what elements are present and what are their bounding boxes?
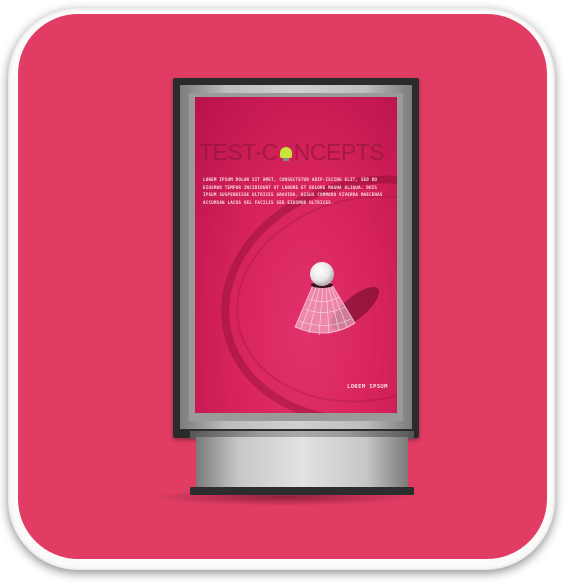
stand-foot — [190, 487, 414, 495]
logo-text-left: TEST-C — [199, 139, 278, 165]
shuttlecock-icon — [294, 262, 356, 336]
lightbulb-icon — [279, 146, 293, 162]
poster-caption: LOREM IPSUM — [347, 384, 388, 390]
logo-text-right: NCEPTS — [293, 139, 385, 165]
poster-body-text: LOREM IPSUM DOLOR SIT AMET, CONSECTETUR … — [203, 177, 383, 205]
sign-stand-base — [196, 437, 408, 489]
poster-logo: TEST-C NCEPTS — [199, 139, 385, 165]
app-icon-canvas: TEST-C NCEPTS LOREM IPSUM DOLOR SIT AMET,… — [0, 0, 567, 582]
poster: TEST-C NCEPTS LOREM IPSUM DOLOR SIT AMET,… — [195, 97, 397, 413]
